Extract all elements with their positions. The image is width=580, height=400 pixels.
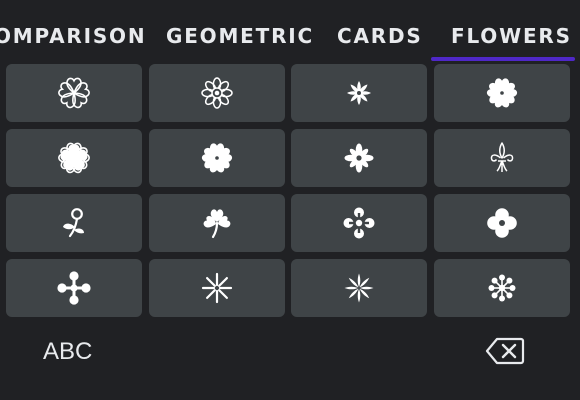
eight-teardrop-florette-icon — [347, 81, 371, 105]
four-petal-balloon-icon — [487, 208, 517, 238]
symbol-key-four-club-spoked-asterisk[interactable] — [6, 259, 142, 317]
rosette-sprig-icon — [63, 208, 84, 238]
tab-geometric[interactable]: GEOMETRIC — [166, 24, 314, 48]
symbol-key-eight-spoked-asterisk[interactable] — [149, 259, 285, 317]
symbol-key-fleur-de-lis[interactable] — [434, 129, 570, 187]
symbol-key-black-florette[interactable] — [434, 64, 570, 122]
symbol-key-four-balloon-spoked-asterisk[interactable] — [291, 194, 427, 252]
black-florette-icon — [201, 143, 233, 173]
tab-comparison[interactable]: OMPARISON — [0, 24, 146, 48]
symbol-key-outlined-florette[interactable] — [6, 64, 142, 122]
abc-keyboard-button[interactable]: ABC — [43, 338, 92, 366]
outlined-florette-icon — [58, 77, 90, 109]
symbol-key-eight-petal-black-florette[interactable] — [291, 129, 427, 187]
symbol-key-rosette-sprig[interactable] — [6, 194, 142, 252]
selected-tab-indicator — [431, 57, 575, 61]
symbol-key-black-florette[interactable] — [149, 129, 285, 187]
eight-balloon-asterisk-icon — [488, 274, 516, 302]
shamrock-icon — [203, 209, 231, 239]
backspace-button[interactable] — [485, 336, 525, 366]
symbol-key-shamrock[interactable] — [149, 194, 285, 252]
symbol-key-eight-teardrop-florette[interactable] — [291, 64, 427, 122]
black-florette-icon — [486, 78, 518, 108]
outlined-black-florette-icon — [58, 142, 90, 174]
eight-teardrop-asterisk-icon — [344, 273, 374, 303]
category-tab-bar: OMPARISON GEOMETRIC CARDS FLOWERS — [0, 0, 580, 62]
symbol-key-eight-petal-rosette[interactable] — [149, 64, 285, 122]
tab-flowers[interactable]: FLOWERS — [451, 24, 572, 48]
eight-petal-rosette-icon — [201, 77, 233, 109]
symbol-key-outlined-black-florette[interactable] — [6, 129, 142, 187]
backspace-icon — [485, 337, 525, 365]
tab-cards[interactable]: CARDS — [337, 24, 423, 48]
symbol-key-eight-balloon-asterisk[interactable] — [434, 259, 570, 317]
four-balloon-spoked-asterisk-icon — [343, 207, 375, 239]
four-club-spoked-asterisk-icon — [57, 271, 91, 305]
eight-spoked-asterisk-icon — [201, 272, 233, 304]
symbol-key-four-petal-balloon[interactable] — [434, 194, 570, 252]
fleur-de-lis-icon — [490, 142, 514, 172]
symbol-key-eight-teardrop-asterisk[interactable] — [291, 259, 427, 317]
eight-petal-black-florette-icon — [344, 143, 374, 173]
